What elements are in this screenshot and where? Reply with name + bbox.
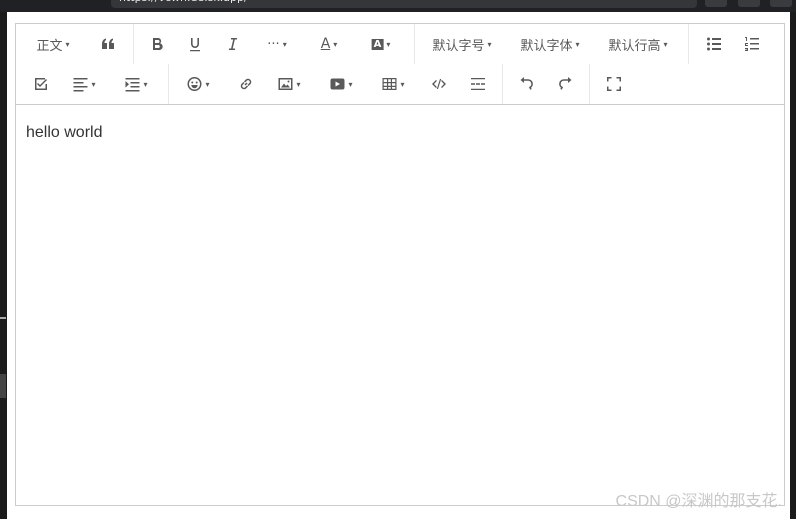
- browser-top-bar: https://vcwh.de.sk.app/: [0, 0, 796, 12]
- caret-icon: ▾: [333, 39, 338, 49]
- numbered-list-icon: [745, 37, 759, 51]
- editor-toolbar: 正文 ▾ ··· ▾ A ▾ A ▾ 默认字号 ▾ 默认字体 ▾ 默认行高 ▾ ▾ ▾ ▾ ▾…: [16, 24, 784, 105]
- caret-icon: ▾: [282, 39, 287, 49]
- underline-button[interactable]: [187, 31, 203, 57]
- bg-color-select[interactable]: A ▾: [371, 31, 391, 57]
- indent-select[interactable]: ▾: [124, 71, 148, 97]
- watermark: CSDN @深渊的那支花.: [615, 493, 782, 510]
- code-icon: [432, 79, 446, 89]
- table-select[interactable]: ▾: [381, 71, 405, 97]
- bold-icon: [153, 37, 163, 51]
- extension-button[interactable]: [705, 0, 727, 7]
- header-label: 正文: [36, 38, 63, 54]
- address-bar[interactable]: https://vcwh.de.sk.app/: [111, 0, 697, 8]
- line-height-label: 默认行高: [608, 38, 661, 54]
- caret-icon: ▾: [400, 79, 405, 89]
- font-family-label: 默认字体: [520, 38, 573, 54]
- checkbox-icon: [35, 78, 47, 90]
- redo-icon: [559, 77, 572, 90]
- toolbar-divider: [414, 24, 415, 64]
- split-view-button[interactable]: [738, 0, 760, 7]
- image-select[interactable]: ▾: [277, 71, 301, 97]
- blockquote-button[interactable]: [100, 31, 116, 57]
- editor-content[interactable]: hello world: [26, 124, 102, 142]
- line-height-select[interactable]: 默认行高 ▾: [608, 31, 667, 57]
- image-icon: [278, 78, 293, 90]
- left-marker: [0, 317, 6, 319]
- justify-select[interactable]: ▾: [72, 71, 96, 97]
- bold-button[interactable]: [149, 31, 165, 57]
- bulleted-list-icon: [707, 37, 721, 51]
- divider-icon: [471, 78, 485, 90]
- underline-icon: [190, 38, 200, 52]
- link-icon: [240, 78, 252, 90]
- toolbar-divider: [589, 64, 590, 104]
- video-icon: [330, 78, 345, 90]
- toolbar-divider: [168, 64, 169, 104]
- code-button[interactable]: [431, 71, 447, 97]
- fullscreen-icon: [607, 77, 621, 91]
- caret-icon: ▾: [143, 79, 148, 89]
- link-button[interactable]: [238, 71, 254, 97]
- caret-icon: ▾: [205, 79, 210, 89]
- divider-button[interactable]: [470, 71, 486, 97]
- align-left-icon: [73, 78, 88, 92]
- caret-icon: ▾: [487, 39, 492, 49]
- font-size-select[interactable]: 默认字号 ▾: [432, 31, 491, 57]
- bg-color-icon: A: [371, 38, 384, 50]
- fullscreen-button[interactable]: [606, 71, 622, 97]
- toolbar-divider: [688, 24, 689, 64]
- italic-icon: [229, 38, 237, 50]
- numbered-list-button[interactable]: [744, 31, 760, 57]
- font-family-select[interactable]: 默认字体 ▾: [520, 31, 579, 57]
- caret-icon: ▾: [296, 79, 301, 89]
- italic-button[interactable]: [225, 31, 241, 57]
- font-color-icon: A: [320, 36, 331, 52]
- table-icon: [382, 78, 397, 90]
- caret-icon: ▾: [91, 79, 96, 89]
- quote-icon: [102, 38, 114, 49]
- font-size-label: 默认字号: [432, 38, 485, 54]
- toolbar-divider: [502, 64, 503, 104]
- emoji-icon: [187, 77, 202, 91]
- rich-text-editor: 正文 ▾ ··· ▾ A ▾ A ▾ 默认字号 ▾ 默认字体 ▾ 默认行高 ▾ ▾ ▾ ▾ ▾…: [15, 23, 785, 506]
- left-strip: [0, 12, 7, 519]
- caret-icon: ▾: [575, 39, 580, 49]
- more-icon: ···: [267, 36, 280, 52]
- caret-icon: ▾: [386, 39, 391, 49]
- header-select[interactable]: 正文 ▾: [36, 31, 69, 57]
- caret-icon: ▾: [663, 39, 668, 49]
- font-color-select[interactable]: A ▾: [321, 31, 338, 57]
- toolbar-divider: [133, 24, 134, 64]
- bulleted-list-button[interactable]: [706, 31, 722, 57]
- indent-icon: [125, 78, 140, 92]
- menu-button[interactable]: [770, 0, 792, 7]
- video-select[interactable]: ▾: [329, 71, 353, 97]
- redo-button[interactable]: [557, 71, 573, 97]
- caret-icon: ▾: [348, 79, 353, 89]
- more-style-select[interactable]: ··· ▾: [267, 31, 286, 57]
- todo-button[interactable]: [33, 71, 49, 97]
- emoji-select[interactable]: ▾: [186, 71, 210, 97]
- left-scroll-marker: [0, 374, 6, 398]
- undo-icon: [520, 77, 533, 90]
- caret-icon: ▾: [65, 39, 70, 49]
- undo-button[interactable]: [519, 71, 535, 97]
